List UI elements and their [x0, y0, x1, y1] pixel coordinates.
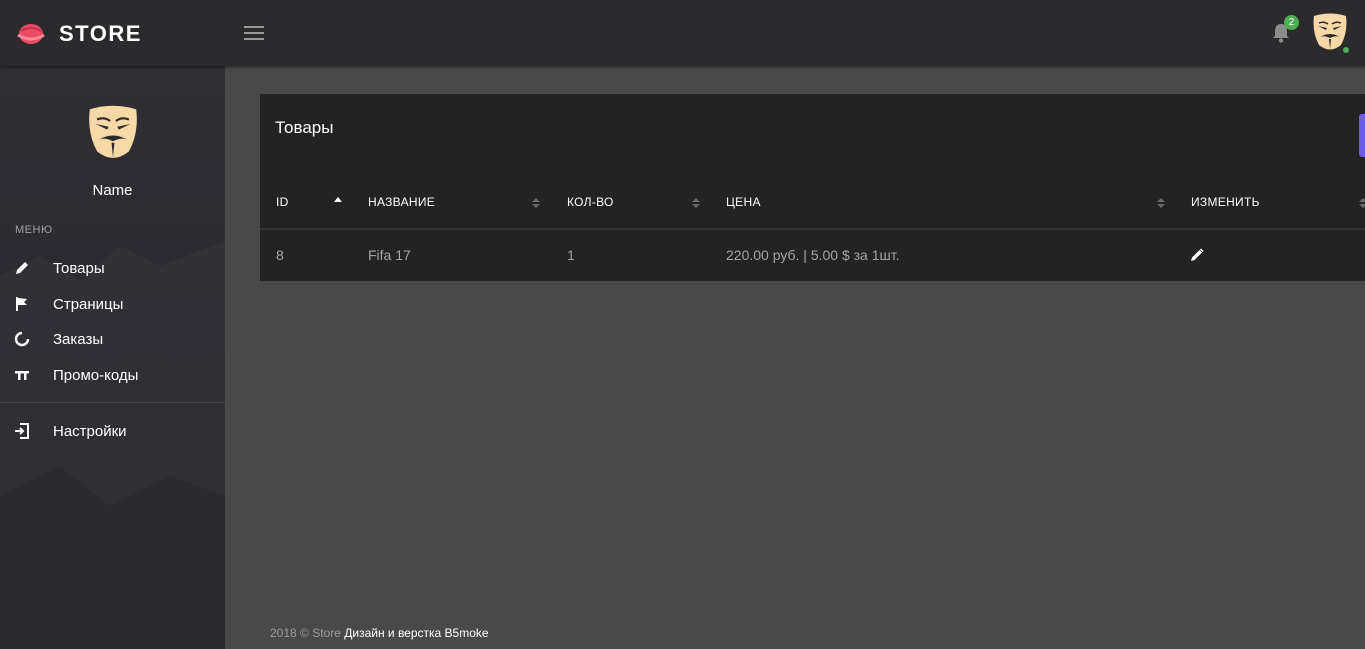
sidebar-item-label: Заказы	[53, 330, 104, 348]
footer: 2018 © Store Дизайн и верстка B5moke	[270, 626, 489, 640]
text-height-icon	[14, 367, 30, 383]
pencil-icon	[14, 260, 30, 276]
menu-toggle-icon[interactable]	[244, 26, 264, 40]
column-header-id[interactable]: ID	[276, 195, 289, 209]
column-header-name[interactable]: Название	[368, 195, 435, 209]
sidebar: Name МЕНЮ Товары Страницы Заказы Промо-к…	[0, 66, 225, 649]
column-header-edit[interactable]: Изменить	[1191, 195, 1260, 209]
notification-count-badge: 2	[1284, 15, 1299, 30]
card-title: Товары	[275, 118, 334, 137]
cell-name: Fifa 17	[368, 247, 411, 263]
column-header-quantity[interactable]: Кол-во	[567, 195, 614, 209]
column-header-price[interactable]: Цена	[726, 195, 761, 209]
sidebar-item-promo-codes[interactable]: Промо-коды	[0, 358, 225, 392]
sidebar-item-label: Страницы	[53, 295, 124, 313]
footer-credit: Дизайн и верстка B5moke	[344, 626, 489, 640]
sidebar-divider	[0, 402, 225, 403]
add-product-button[interactable]	[1359, 114, 1365, 157]
table-header-divider	[260, 228, 1365, 230]
sidebar-item-products[interactable]: Товары	[0, 251, 225, 285]
sort-icon[interactable]	[692, 196, 700, 208]
sort-icon[interactable]	[532, 196, 540, 208]
sort-asc-icon[interactable]	[334, 196, 342, 208]
sidebar-item-pages[interactable]: Страницы	[0, 287, 225, 321]
products-card: Товары ID Название Кол-во Цена Изменить …	[260, 94, 1365, 281]
brand-title: STORE	[59, 21, 142, 46]
footer-copyright: 2018 © Store	[270, 626, 341, 640]
sidebar-item-settings[interactable]: Настройки	[0, 414, 225, 448]
cell-id: 8	[276, 247, 284, 263]
sign-in-icon	[14, 423, 30, 439]
top-navbar: STORE 2	[0, 0, 1365, 66]
brand-logo-icon	[16, 19, 46, 49]
sidebar-item-label: Товары	[53, 259, 105, 277]
flag-icon	[14, 296, 30, 312]
cell-price: 220.00 руб. | 5.00 $ за 1шт.	[726, 247, 900, 263]
brand[interactable]: STORE	[16, 19, 142, 49]
circle-notch-icon	[14, 331, 30, 347]
online-status-dot	[1341, 45, 1351, 55]
sidebar-user-avatar[interactable]	[84, 100, 142, 168]
sidebar-user-name: Name	[92, 182, 133, 199]
edit-pencil-icon[interactable]	[1190, 248, 1204, 262]
menu-caption: МЕНЮ	[15, 224, 53, 236]
sidebar-item-label: Промо-коды	[53, 366, 139, 384]
sidebar-item-label: Настройки	[53, 422, 127, 440]
sort-icon[interactable]	[1157, 196, 1165, 208]
sidebar-item-orders[interactable]: Заказы	[0, 322, 225, 356]
cell-quantity: 1	[567, 247, 575, 263]
sort-icon[interactable]	[1359, 196, 1365, 208]
